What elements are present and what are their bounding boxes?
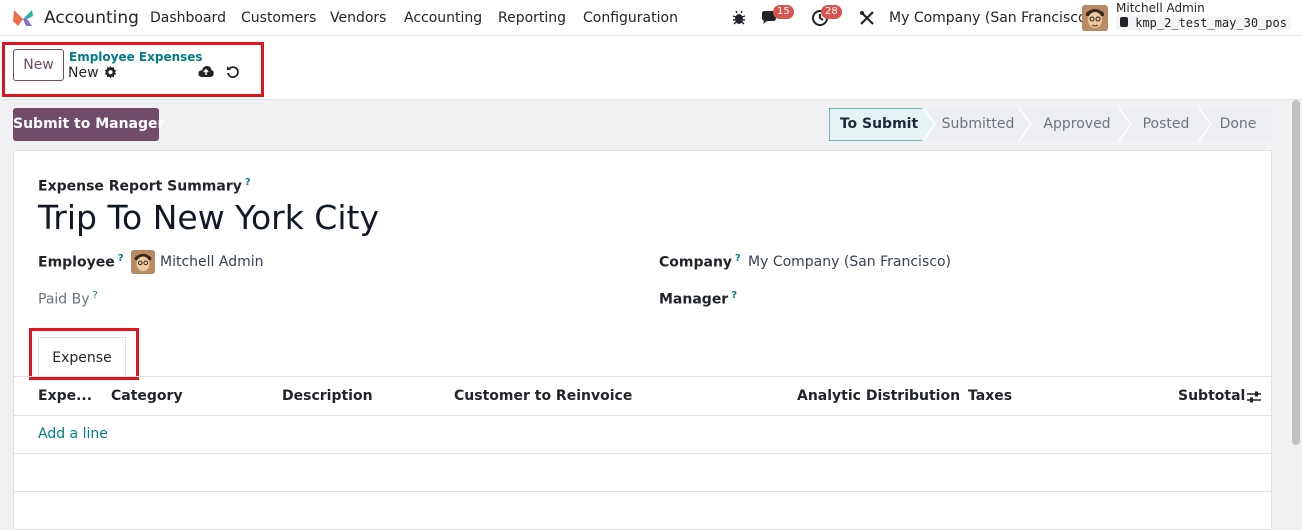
company-switcher[interactable]: My Company (San Francisco)	[889, 10, 1092, 26]
add-a-line-link[interactable]: Add a line	[38, 426, 108, 442]
menu-reporting[interactable]: Reporting	[498, 10, 566, 26]
company-label: Company?	[659, 253, 741, 271]
menu-customers[interactable]: Customers	[241, 10, 316, 26]
save-cloud-icon[interactable]	[198, 65, 214, 78]
stage-posted[interactable]: Posted	[1127, 108, 1205, 141]
help-icon[interactable]: ?	[735, 253, 741, 264]
tab-divider	[14, 376, 1273, 377]
column-subtotal[interactable]: Subtotal	[1178, 388, 1245, 404]
stage-done[interactable]: Done	[1205, 108, 1271, 141]
page-scrollbar[interactable]	[1290, 100, 1302, 524]
user-name[interactable]: Mitchell Admin	[1116, 1, 1205, 15]
column-category[interactable]: Category	[111, 388, 183, 404]
submit-to-manager-button[interactable]: Submit to Manager	[13, 108, 164, 141]
gear-icon[interactable]	[104, 66, 117, 79]
table-header-divider	[14, 415, 1273, 416]
summary-label-text: Expense Report Summary	[38, 178, 242, 195]
activities-badge: 28	[821, 5, 842, 19]
column-analytic-distribution[interactable]: Analytic Distribution	[797, 388, 960, 404]
breadcrumb-employee-expenses[interactable]: Employee Expenses	[69, 50, 203, 64]
control-panel: New Employee Expenses New	[0, 36, 1302, 100]
discard-icon[interactable]	[226, 65, 240, 79]
scrollbar-thumb[interactable]	[1292, 100, 1300, 445]
menu-accounting[interactable]: Accounting	[404, 10, 482, 26]
expense-report-title[interactable]: Trip To New York City	[38, 198, 379, 237]
bug-icon[interactable]	[731, 10, 747, 26]
stage-approved[interactable]: Approved	[1027, 108, 1127, 141]
database-label: kmp_2_test_may_30_pos	[1135, 16, 1287, 30]
employee-field[interactable]: Mitchell Admin	[160, 254, 264, 270]
database-icon	[1120, 17, 1128, 27]
employee-label-text: Employee	[38, 254, 115, 271]
help-icon[interactable]: ?	[118, 253, 124, 264]
manager-label-text: Manager	[659, 291, 729, 308]
column-customer-to-reinvoice[interactable]: Customer to Reinvoice	[454, 388, 632, 404]
summary-label: Expense Report Summary?	[38, 177, 251, 195]
stage-to-submit[interactable]: To Submit	[829, 108, 929, 141]
column-description[interactable]: Description	[282, 388, 373, 404]
manager-label: Manager?	[659, 290, 737, 308]
column-settings-icon[interactable]	[1246, 390, 1262, 404]
company-field[interactable]: My Company (San Francisco)	[748, 254, 951, 270]
form-sheet: Expense Report Summary? Trip To New York…	[13, 150, 1273, 530]
new-button[interactable]: New	[13, 49, 64, 81]
tools-icon[interactable]	[859, 10, 875, 26]
table-row-divider	[14, 491, 1273, 492]
column-taxes[interactable]: Taxes	[968, 388, 1012, 404]
help-icon[interactable]: ?	[93, 290, 98, 301]
table-row-divider	[14, 453, 1273, 454]
breadcrumb-current: New	[68, 65, 99, 81]
accounting-app-icon[interactable]	[12, 8, 34, 28]
messages-badge: 15	[773, 5, 794, 19]
stage-submitted[interactable]: Submitted	[929, 108, 1027, 141]
column-expense-date[interactable]: Expe...	[38, 388, 92, 404]
app-name[interactable]: Accounting	[44, 8, 139, 28]
employee-label: Employee?	[38, 253, 124, 271]
paid-by-label: Paid By?	[38, 290, 98, 308]
company-label-text: Company	[659, 254, 733, 271]
highlight-box-tab	[29, 328, 139, 380]
top-navbar: Accounting Dashboard Customers Vendors A…	[0, 0, 1302, 36]
menu-configuration[interactable]: Configuration	[583, 10, 678, 26]
help-icon[interactable]: ?	[731, 290, 737, 301]
paid-by-label-text: Paid By	[38, 291, 90, 308]
employee-avatar	[131, 250, 155, 274]
database-name: kmp_2_test_may_30_pos	[1116, 16, 1291, 30]
help-icon[interactable]: ?	[245, 177, 251, 188]
user-avatar[interactable]	[1082, 5, 1108, 31]
menu-vendors[interactable]: Vendors	[330, 10, 386, 26]
menu-dashboard[interactable]: Dashboard	[150, 10, 226, 26]
